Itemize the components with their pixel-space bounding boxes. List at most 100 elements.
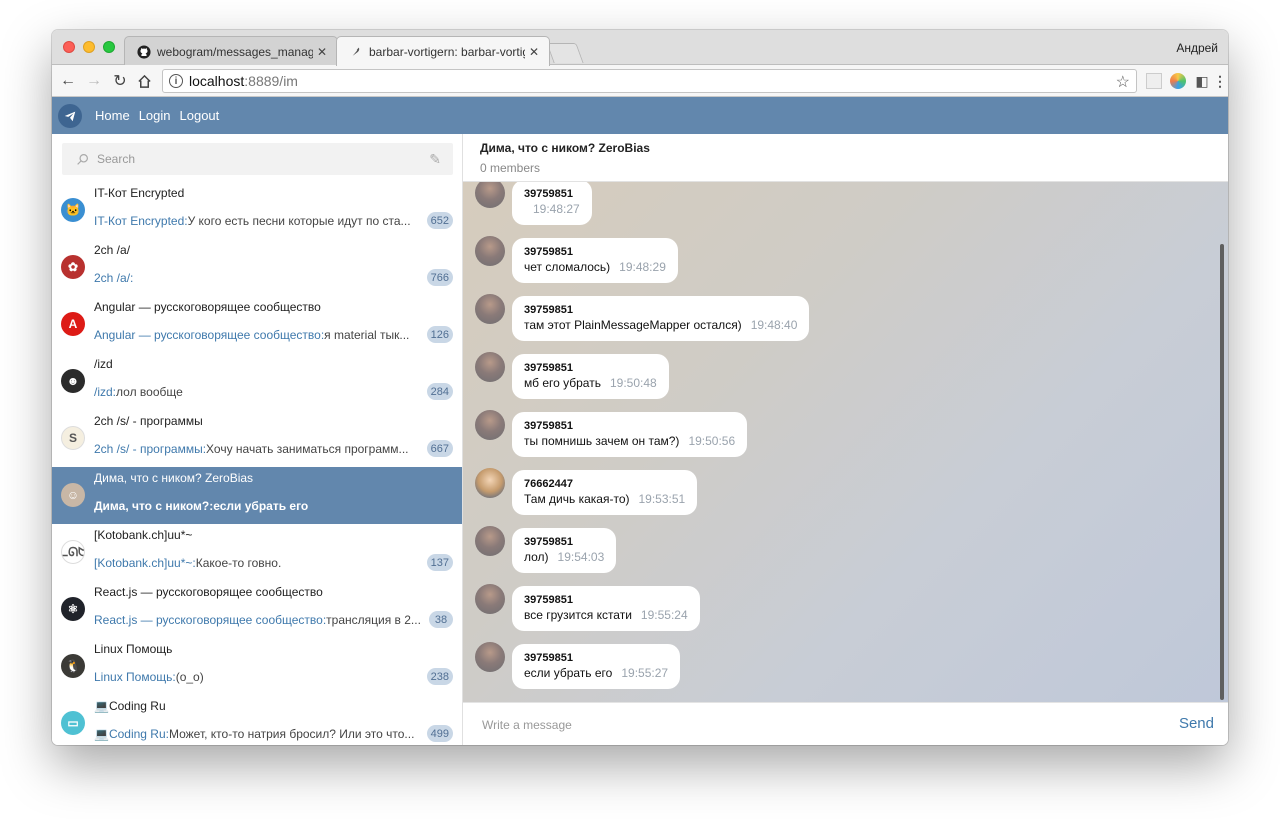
message-bubble: 39759851 там этот PlainMessageMapper оста… bbox=[512, 296, 810, 341]
chat-list-item[interactable]: S 2ch /s/ - программы 2ch /s/ - программы:… bbox=[52, 410, 462, 467]
chat-preview: Дима, что с ником?:если убрать его bbox=[94, 499, 430, 513]
chat-preview-sender: 2ch /s/ - программы: bbox=[94, 442, 207, 456]
extension-icon[interactable] bbox=[1146, 73, 1162, 89]
unread-badge: 284 bbox=[426, 383, 453, 400]
message-sender[interactable]: 39759851 bbox=[524, 187, 580, 201]
chat-name: IT-Кот Encrypted bbox=[94, 186, 185, 200]
reload-icon[interactable]: ↻ bbox=[110, 71, 130, 91]
message-avatar[interactable] bbox=[475, 410, 505, 440]
message-avatar[interactable] bbox=[475, 236, 505, 266]
message-time: 19:48:40 bbox=[750, 318, 798, 332]
nav-login-link[interactable]: Login bbox=[139, 108, 171, 123]
chat-list-item[interactable]: ▭ 💻Coding Ru 💻Coding Ru:Может, кто-то натр… bbox=[52, 695, 462, 745]
chat-list-item[interactable]: ☺ Дима, что с ником? ZeroBias Дима, что с … bbox=[52, 467, 462, 524]
conversation-pane: Дима, что с ником? ZeroBias 0 members 39… bbox=[463, 134, 1228, 745]
message-sender[interactable]: 39759851 bbox=[524, 651, 668, 665]
chat-avatar: A bbox=[61, 312, 85, 336]
message-sender[interactable]: 39759851 bbox=[524, 245, 666, 259]
message-text: там этот PlainMessageMapper остался) bbox=[524, 318, 742, 332]
message-avatar[interactable] bbox=[475, 526, 505, 556]
chat-preview-sender: 💻Coding Ru: bbox=[94, 727, 169, 741]
chat-list-item[interactable]: ☻/izd/izd:лол вообще 284 bbox=[52, 353, 462, 410]
chat-preview: [Kotobank.ch]uu*~:Какое-то говно. bbox=[94, 556, 430, 570]
message-sender[interactable]: 76662447 bbox=[524, 477, 685, 491]
color-extension-icon[interactable] bbox=[1170, 73, 1186, 89]
forward-arrow-icon[interactable]: → bbox=[84, 71, 104, 91]
address-bar[interactable]: i localhost:8889/im ☆ bbox=[162, 69, 1137, 93]
telegram-logo-icon[interactable] bbox=[58, 104, 82, 128]
nav-logout-link[interactable]: Logout bbox=[180, 108, 220, 123]
chat-preview-text: если убрать его bbox=[213, 499, 309, 513]
close-window-button[interactable] bbox=[63, 41, 75, 53]
message-text: все грузится кстати bbox=[524, 608, 632, 622]
message-composer: Write a message Send bbox=[463, 702, 1228, 745]
new-tab-button[interactable] bbox=[546, 43, 584, 63]
message-input[interactable]: Write a message bbox=[482, 718, 572, 732]
message-avatar[interactable] bbox=[475, 584, 505, 614]
message-time: 19:55:24 bbox=[640, 608, 688, 622]
message-text: если убрать его bbox=[524, 666, 613, 680]
maximize-window-button[interactable] bbox=[103, 41, 115, 53]
history-scrollbar[interactable] bbox=[1220, 244, 1224, 700]
conversation-header[interactable]: Дима, что с ником? ZeroBias 0 members bbox=[463, 134, 1228, 182]
message-history[interactable]: 39759851 19:48:27 39759851 чет сломалось) 19… bbox=[463, 182, 1228, 702]
message-text: Там дичь какая-то) bbox=[524, 492, 630, 506]
chat-preview-sender: Angular — русскоговорящее сообщество: bbox=[94, 328, 325, 342]
chat-preview: 💻Coding Ru:Может, кто-то натрия бросил? … bbox=[94, 727, 430, 741]
chat-list-item[interactable]: ✿ 2ch /a/2ch /a/: 766 bbox=[52, 239, 462, 296]
message-bubble: 39759851 лол) 19:54:03 bbox=[512, 528, 617, 573]
message-sender[interactable]: 39759851 bbox=[524, 361, 657, 375]
chat-preview: React.js — русскоговорящее сообщество:тр… bbox=[94, 613, 430, 627]
chat-list-item[interactable]: ᓚᘏᗢ [Kotobank.ch]uu*~ [Kotobank.ch]uu*~:Ка… bbox=[52, 524, 462, 581]
chat-list-item[interactable]: 🐧 Linux Помощь Linux Помощь:(o_o) 238 bbox=[52, 638, 462, 695]
chat-avatar: ⚛ bbox=[61, 597, 85, 621]
chat-name: /izd bbox=[94, 357, 113, 371]
message-avatar[interactable] bbox=[475, 294, 505, 324]
chat-name: 2ch /a/ bbox=[94, 243, 131, 257]
tab-strip: webogram/messages_manage ✕ barbar-vortig… bbox=[52, 30, 1228, 66]
chat-preview: 2ch /a/: bbox=[94, 271, 430, 285]
chat-avatar: ☻ bbox=[61, 369, 85, 393]
message-avatar[interactable] bbox=[475, 468, 505, 498]
message-sender[interactable]: 39759851 bbox=[524, 419, 735, 433]
message-avatar[interactable] bbox=[475, 352, 505, 382]
close-tab-icon[interactable]: ✕ bbox=[317, 45, 327, 59]
extension-puzzle-icon[interactable]: ◧ bbox=[1194, 73, 1210, 89]
send-button[interactable]: Send bbox=[1179, 715, 1214, 732]
info-icon[interactable]: i bbox=[169, 74, 183, 88]
home-icon[interactable] bbox=[134, 71, 154, 91]
search-input[interactable]: Search ✎ bbox=[62, 143, 453, 175]
chat-list-item[interactable]: A Angular — русскоговорящее сообщество Ang… bbox=[52, 296, 462, 353]
chat-avatar: ☺ bbox=[61, 483, 85, 507]
github-icon bbox=[137, 44, 151, 59]
chat-list-pane: Search ✎ 🐱 IT-Кот Encrypted IT-Кот Encrypt… bbox=[52, 134, 463, 745]
chat-list-item[interactable]: ⚛ React.js — русскоговорящее сообщество Re… bbox=[52, 581, 462, 638]
chat-preview-text: Хочу начать заниматься программ... bbox=[206, 442, 409, 456]
profile-name[interactable]: Андрей bbox=[1176, 41, 1218, 55]
app-nav: Home Login Logout bbox=[95, 108, 219, 123]
chat-preview-text: трансляция в 2... bbox=[326, 613, 421, 627]
minimize-window-button[interactable] bbox=[83, 41, 95, 53]
compose-pencil-icon[interactable]: ✎ bbox=[429, 151, 441, 168]
message-sender[interactable]: 39759851 bbox=[524, 535, 604, 549]
message-avatar[interactable] bbox=[475, 642, 505, 672]
message-bubble: 39759851 ты помнишь зачем он там?) 19:50:5… bbox=[512, 412, 748, 457]
bookmark-star-icon[interactable]: ☆ bbox=[1116, 72, 1130, 92]
menu-kebab-icon[interactable]: ⋮ bbox=[1212, 73, 1228, 89]
message-line: ты помнишь зачем он там?) 19:50:56 bbox=[524, 433, 735, 449]
message-avatar[interactable] bbox=[475, 182, 505, 208]
url-path: :8889/im bbox=[244, 73, 298, 89]
tab-webogram[interactable]: webogram/messages_manage ✕ bbox=[124, 36, 338, 66]
message-line: 19:48:27 bbox=[524, 201, 580, 217]
url-host: localhost bbox=[189, 73, 245, 89]
chat-list-item[interactable]: 🐱 IT-Кот Encrypted IT-Кот Encrypted:У кого… bbox=[52, 182, 462, 239]
tab-barbar-vortigern[interactable]: barbar-vortigern: barbar-vortig ✕ bbox=[336, 36, 550, 66]
message-sender[interactable]: 39759851 bbox=[524, 593, 688, 607]
message-sender[interactable]: 39759851 bbox=[524, 303, 797, 317]
back-arrow-icon[interactable]: ← bbox=[58, 71, 78, 91]
close-tab-icon[interactable]: ✕ bbox=[529, 45, 539, 59]
chat-preview: Angular — русскоговорящее сообщество:я m… bbox=[94, 328, 430, 342]
message-bubble: 39759851 все грузится кстати 19:55:24 bbox=[512, 586, 700, 631]
message-time: 19:50:56 bbox=[688, 434, 736, 448]
nav-home-link[interactable]: Home bbox=[95, 108, 130, 123]
